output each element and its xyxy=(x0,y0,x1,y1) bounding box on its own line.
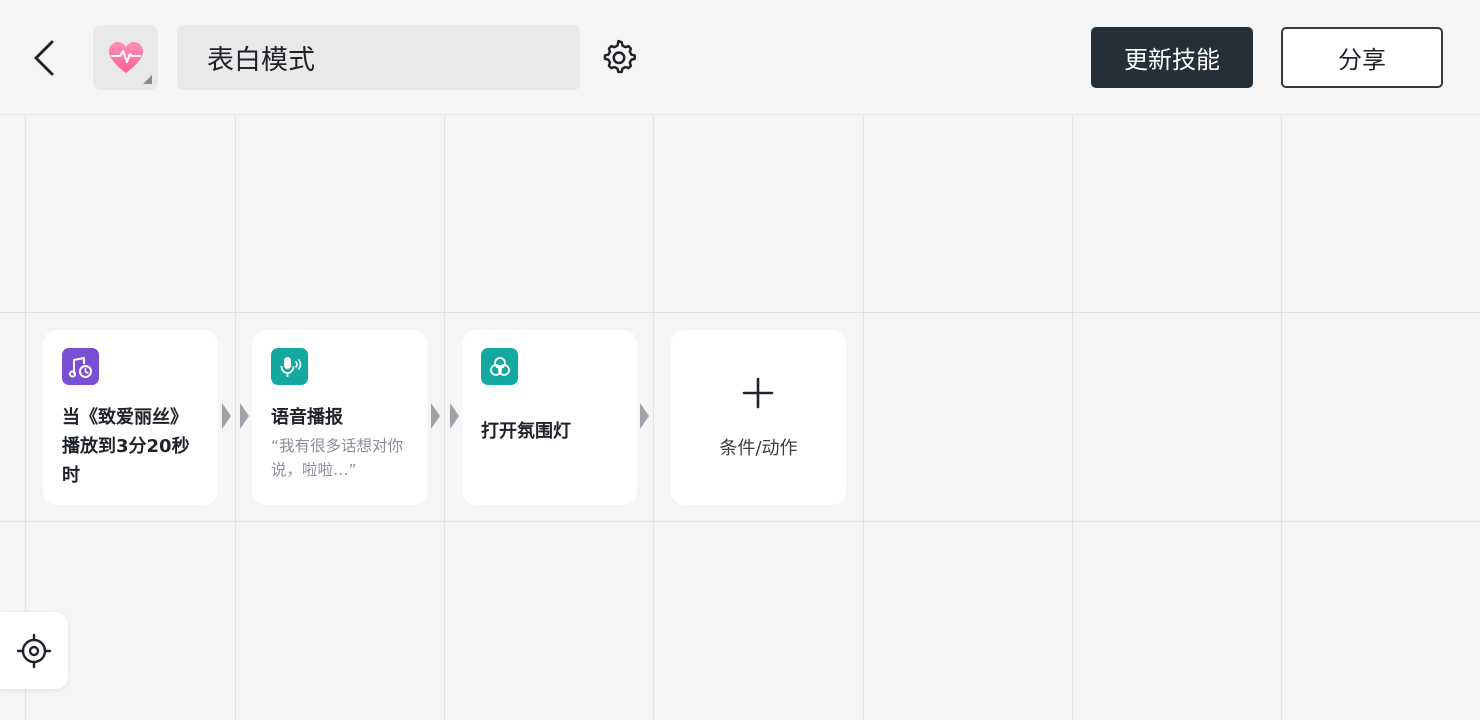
card-icon-badge xyxy=(271,348,308,385)
card-icon-badge xyxy=(481,348,518,385)
skill-editor-page: 表白模式 更新技能 分享 当《致爱丽丝》播放到3分20秒时 语音播报 “我有很多… xyxy=(0,0,1480,720)
action-card-ambient-light[interactable]: 打开氛围灯 xyxy=(462,330,637,505)
card-icon-badge xyxy=(62,348,99,385)
card-title: 当《致爱丽丝》播放到3分20秒时 xyxy=(62,407,190,486)
settings-button[interactable] xyxy=(598,36,640,78)
grid-line xyxy=(863,114,864,720)
action-card-voice-broadcast[interactable]: 语音播报 “我有很多话想对你说，啦啦…” xyxy=(252,330,427,505)
dropdown-corner-indicator xyxy=(143,75,152,84)
grid-line xyxy=(444,114,445,720)
grid-line xyxy=(653,114,654,720)
top-bar: 表白模式 更新技能 分享 xyxy=(0,0,1480,115)
flow-arrow-icon xyxy=(222,403,231,429)
flow-arrow-icon xyxy=(431,403,440,429)
gear-icon xyxy=(603,39,636,74)
flow-arrow-icon xyxy=(450,403,459,429)
heart-pulse-icon xyxy=(108,41,143,73)
chevron-left-icon xyxy=(34,40,54,76)
grid-line xyxy=(0,312,1480,313)
skill-name-text: 表白模式 xyxy=(207,45,315,76)
skill-icon-picker[interactable] xyxy=(93,25,158,90)
ambient-light-icon xyxy=(489,356,510,376)
flow-arrow-icon xyxy=(640,403,649,429)
plus-icon xyxy=(742,377,774,409)
share-button[interactable]: 分享 xyxy=(1281,27,1443,88)
back-button[interactable] xyxy=(22,34,66,82)
trigger-card-music-progress[interactable]: 当《致爱丽丝》播放到3分20秒时 xyxy=(43,330,218,505)
flow-canvas[interactable]: 当《致爱丽丝》播放到3分20秒时 语音播报 “我有很多话想对你说，啦啦…” 打开… xyxy=(0,114,1480,720)
grid-line xyxy=(235,114,236,720)
grid-line xyxy=(1072,114,1073,720)
grid-line xyxy=(1281,114,1282,720)
add-card-label: 条件/动作 xyxy=(719,438,798,459)
card-subtitle: “我有很多话想对你说，啦啦…” xyxy=(271,437,404,479)
music-clock-icon xyxy=(68,356,92,378)
flow-arrow-icon xyxy=(240,403,249,429)
skill-name-input[interactable]: 表白模式 xyxy=(177,25,580,90)
crosshair-icon xyxy=(16,633,52,668)
card-title: 语音播报 xyxy=(271,407,343,428)
recenter-button[interactable] xyxy=(0,612,68,689)
card-title: 打开氛围灯 xyxy=(481,421,571,442)
microphone-voice-icon xyxy=(280,356,301,377)
update-skill-button[interactable]: 更新技能 xyxy=(1091,27,1253,88)
grid-line xyxy=(0,521,1480,522)
add-condition-action-button[interactable]: 条件/动作 xyxy=(671,330,846,505)
